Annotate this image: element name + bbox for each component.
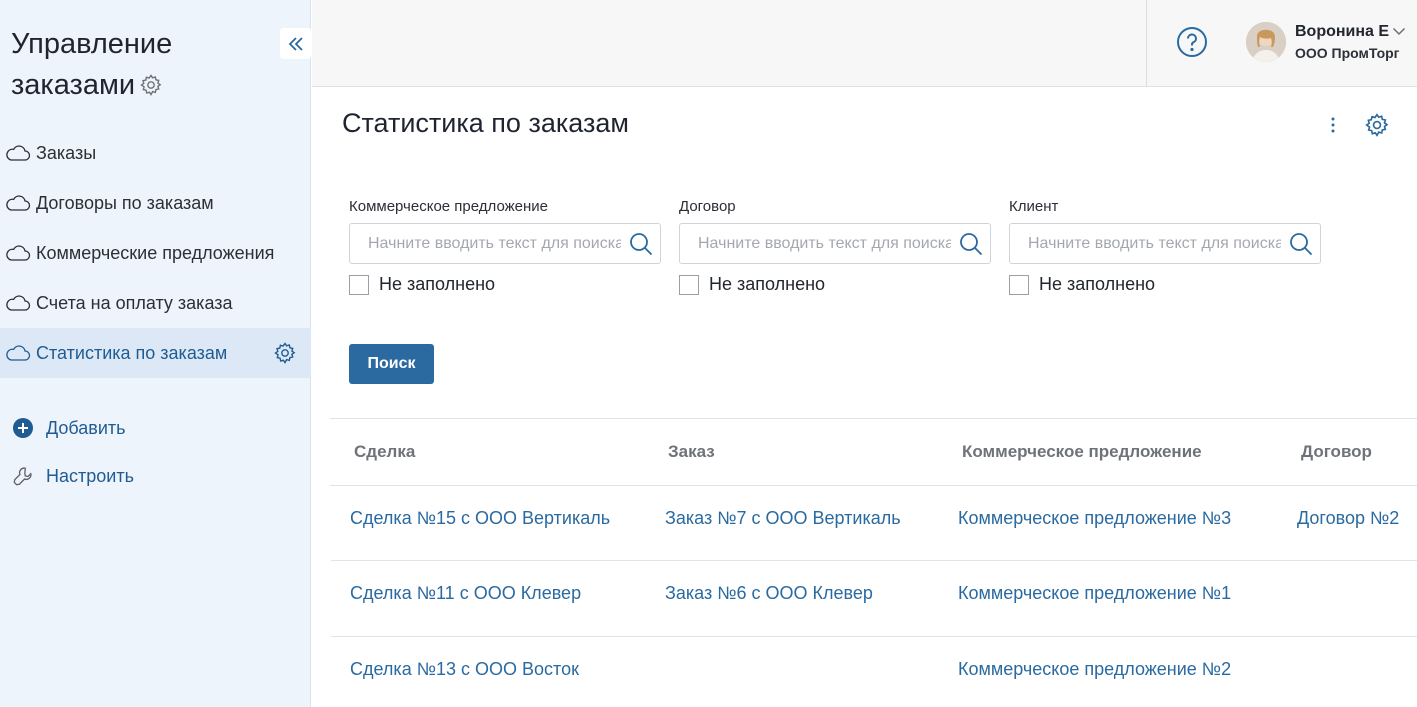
sidebar-item-orders[interactable]: Заказы: [0, 128, 311, 178]
search-input[interactable]: [1011, 225, 1281, 262]
double-chevron-left-icon: [288, 36, 303, 51]
sidebar-item-label: Счета на оплату заказа: [36, 292, 233, 313]
row-divider: [331, 560, 1417, 561]
search-icon[interactable]: [958, 231, 984, 257]
sidebar-item-order-statistics[interactable]: Статистика по заказам: [0, 328, 311, 378]
table-divider: [330, 485, 1417, 486]
user-company: ООО ПромТорг: [1295, 45, 1400, 61]
commercial-offer-link[interactable]: Коммерческое предложение №1: [958, 583, 1231, 604]
more-vertical-icon[interactable]: [1322, 113, 1344, 137]
empty-checkbox-label[interactable]: Не заполнено: [1039, 274, 1155, 295]
filter-client: Клиент Не заполнено: [1009, 198, 1321, 295]
search-field: [1009, 223, 1321, 264]
search-field: [679, 223, 991, 264]
chevron-down-icon[interactable]: [1392, 26, 1406, 36]
sidebar-item-label: Статистика по заказам: [36, 342, 228, 363]
user-photo-icon: [1246, 22, 1286, 62]
wrench-icon: [13, 467, 32, 486]
sidebar-item-commercial-offers[interactable]: Коммерческие предложения: [0, 228, 311, 278]
top-bar: Воронина Е ООО ПромТорг: [312, 0, 1417, 87]
contract-link[interactable]: Договор №2: [1297, 508, 1399, 529]
configure-label: Настроить: [46, 465, 134, 486]
app-title-line1: Управление: [11, 28, 173, 60]
avatar[interactable]: [1246, 22, 1286, 62]
add-label: Добавить: [46, 417, 126, 438]
empty-checkbox-label[interactable]: Не заполнено: [379, 274, 495, 295]
filter-commercial-offer: Коммерческое предложение Не заполнено: [349, 198, 661, 295]
sidebar-item-contracts[interactable]: Договоры по заказам: [0, 178, 311, 228]
sidebar-item-invoices[interactable]: Счета на оплату заказа: [0, 278, 311, 328]
commercial-offer-link[interactable]: Коммерческое предложение №3: [958, 508, 1231, 529]
filter-label: Клиент: [1009, 198, 1059, 215]
app-title: Управление заказами: [11, 24, 172, 106]
sidebar: Управление заказами Заказы Договоры по з…: [0, 0, 311, 707]
search-button[interactable]: Поиск: [349, 344, 434, 384]
deal-link[interactable]: Сделка №11 с ООО Клевер: [350, 583, 581, 604]
empty-filter-row: Не заполнено: [1009, 274, 1321, 295]
column-header-commercial-offer[interactable]: Коммерческое предложение: [962, 442, 1202, 462]
search-input[interactable]: [351, 225, 621, 262]
cloud-icon: [6, 145, 31, 161]
search-field: [349, 223, 661, 264]
user-name[interactable]: Воронина Е: [1295, 23, 1389, 41]
deal-link[interactable]: Сделка №13 с ООО Восток: [350, 659, 579, 680]
plus-circle-icon: [13, 418, 33, 438]
cloud-icon: [6, 195, 31, 211]
deal-link[interactable]: Сделка №15 с ООО Вертикаль: [350, 508, 610, 529]
sidebar-nav: Заказы Договоры по заказам Коммерческие …: [0, 128, 311, 378]
empty-filter-row: Не заполнено: [349, 274, 661, 295]
header-divider: [1146, 0, 1147, 87]
sidebar-item-label: Заказы: [36, 142, 97, 163]
sidebar-item-label: Коммерческие предложения: [36, 242, 275, 263]
gear-icon[interactable]: [273, 341, 297, 365]
app-title-line2: заказами: [11, 69, 136, 101]
search-input[interactable]: [681, 225, 951, 262]
collapse-sidebar-button[interactable]: [280, 28, 311, 59]
column-header-contract[interactable]: Договор: [1301, 442, 1372, 462]
gear-icon[interactable]: [1364, 112, 1390, 138]
sidebar-actions: Добавить Настроить: [0, 404, 311, 500]
empty-filter-row: Не заполнено: [679, 274, 991, 295]
order-link[interactable]: Заказ №7 с ООО Вертикаль: [665, 508, 901, 529]
empty-checkbox-label[interactable]: Не заполнено: [709, 274, 825, 295]
empty-checkbox[interactable]: [1009, 274, 1029, 295]
empty-checkbox[interactable]: [679, 274, 699, 295]
sidebar-item-label: Договоры по заказам: [36, 192, 214, 213]
cloud-icon: [6, 345, 31, 361]
cloud-icon: [6, 245, 31, 261]
gear-icon[interactable]: [139, 73, 163, 97]
order-link[interactable]: Заказ №6 с ООО Клевер: [665, 583, 873, 604]
page-title: Статистика по заказам: [342, 108, 629, 138]
configure-button[interactable]: Настроить: [0, 452, 311, 500]
help-icon[interactable]: [1176, 26, 1208, 58]
table-divider: [330, 418, 1417, 419]
column-header-order[interactable]: Заказ: [668, 442, 715, 462]
filter-contract: Договор Не заполнено: [679, 198, 991, 295]
search-icon[interactable]: [1288, 231, 1314, 257]
filter-label: Договор: [679, 198, 736, 215]
filter-label: Коммерческое предложение: [349, 198, 549, 215]
row-divider: [331, 636, 1417, 637]
column-header-deal[interactable]: Сделка: [354, 442, 415, 462]
empty-checkbox[interactable]: [349, 274, 369, 295]
search-icon[interactable]: [628, 231, 654, 257]
cloud-icon: [6, 295, 31, 311]
add-button[interactable]: Добавить: [0, 404, 311, 452]
commercial-offer-link[interactable]: Коммерческое предложение №2: [958, 659, 1231, 680]
